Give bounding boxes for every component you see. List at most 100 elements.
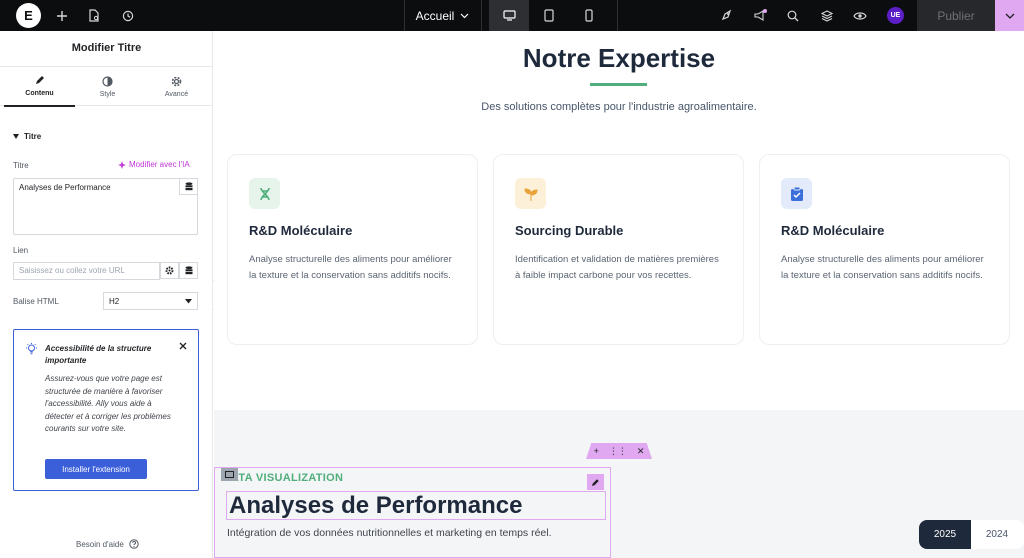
card-description: Identification et validation de matières… [515, 254, 719, 281]
add-section-icon[interactable]: + [594, 446, 599, 456]
dna-icon [249, 178, 280, 209]
card-title: Sourcing Durable [515, 223, 624, 238]
chevron-down-icon [1005, 13, 1014, 19]
title-textarea[interactable]: Analyses de Performance [13, 178, 198, 235]
tab-style[interactable]: Style [72, 67, 143, 107]
gear-icon [171, 76, 182, 87]
container-icon [225, 471, 234, 478]
eye-icon [853, 11, 867, 20]
notice-body: Assurez-vous que votre page est structur… [45, 374, 171, 433]
user-avatar[interactable]: UE [887, 7, 904, 24]
year-toggle: 2025 2024 [919, 520, 1024, 549]
elementor-logo[interactable]: E [16, 3, 41, 28]
accessibility-notice: Accessibilité de la structure importante… [13, 329, 199, 491]
section-toolbar[interactable]: + ⋮⋮ ✕ [586, 443, 652, 459]
half-circle-icon [102, 76, 113, 87]
panel-title: Modifier Titre [71, 42, 142, 54]
ai-link-label: Modifier avec l'IA [129, 160, 190, 169]
page-selector[interactable]: Accueil [405, 0, 480, 31]
device-desktop-button[interactable] [489, 0, 529, 31]
caret-down-icon [185, 298, 192, 303]
search-icon [787, 10, 799, 21]
tab-advanced[interactable]: Avancé [141, 67, 212, 107]
expertise-subheading[interactable]: Des solutions complètes pour l'industrie… [214, 101, 1024, 113]
edit-widget-button[interactable] [587, 474, 604, 490]
promotions-button[interactable] [716, 0, 736, 31]
year-2025-button[interactable]: 2025 [919, 520, 971, 549]
question-circle-icon [129, 539, 139, 549]
pencil-icon [36, 76, 44, 84]
card-title: R&D Moléculaire [249, 223, 353, 238]
html-tag-select[interactable]: H2 [103, 292, 198, 310]
dynamic-tags-button[interactable] [179, 178, 198, 195]
publish-options-button[interactable] [995, 0, 1024, 31]
drag-handle-icon[interactable]: ⋮⋮ [609, 446, 627, 457]
clipboard-check-icon [781, 178, 812, 209]
link-input[interactable]: Saisissez ou collez votre URL [13, 262, 160, 280]
card-description: Analyse structurelle des aliments pour a… [781, 254, 984, 281]
search-button[interactable] [783, 0, 803, 31]
close-icon[interactable] [179, 342, 187, 350]
expertise-card[interactable]: Sourcing Durable Identification et valid… [493, 154, 744, 345]
mobile-icon [585, 9, 593, 22]
gear-icon [165, 266, 174, 275]
notice-title: Accessibilité de la structure importante [45, 344, 152, 365]
container-handle[interactable] [221, 468, 238, 481]
expertise-card[interactable]: R&D Moléculaire Analyse structurelle des… [227, 154, 478, 345]
title-label: Titre [13, 161, 29, 170]
device-mobile-button[interactable] [569, 0, 609, 31]
card-description: Analyse structurelle des aliments pour a… [249, 254, 452, 281]
editor-panel: Modifier Titre Contenu Style Avancé Titr… [0, 31, 213, 558]
performance-subtitle[interactable]: Intégration de vos données nutritionnell… [227, 527, 552, 539]
page-settings-button[interactable] [84, 0, 104, 31]
desktop-icon [502, 10, 516, 21]
tab-content[interactable]: Contenu [4, 67, 75, 107]
plus-icon [57, 10, 67, 21]
rocket-icon [721, 9, 731, 21]
sparkle-icon [118, 160, 126, 169]
link-dynamic-tags-button[interactable] [179, 262, 198, 279]
panel-tabs: Contenu Style Avancé [0, 66, 213, 107]
year-2024-button[interactable]: 2024 [971, 520, 1023, 549]
history-icon [122, 10, 134, 21]
tab-label: Contenu [25, 90, 54, 97]
publish-button[interactable]: Publier [917, 0, 995, 31]
performance-heading[interactable]: Analyses de Performance [226, 491, 606, 520]
html-tag-value: H2 [109, 296, 120, 306]
structure-button[interactable] [817, 0, 837, 31]
ai-edit-link[interactable]: Modifier avec l'IA [118, 160, 190, 169]
preview-canvas: Notre Expertise Des solutions complètes … [214, 31, 1024, 558]
megaphone-icon [754, 9, 767, 21]
caret-down-icon [13, 134, 19, 139]
link-options-button[interactable] [160, 262, 179, 279]
dataviz-tag[interactable]: ATA VISUALIZATION [231, 472, 343, 484]
chevron-down-icon [460, 13, 469, 18]
document-settings-icon [89, 9, 99, 22]
install-extension-button[interactable]: Installer l'extension [45, 459, 147, 479]
card-title: R&D Moléculaire [781, 223, 885, 238]
preview-button[interactable] [850, 0, 870, 31]
tab-label: Style [99, 91, 116, 98]
database-icon [185, 266, 192, 275]
add-element-button[interactable] [52, 0, 72, 31]
expertise-card[interactable]: R&D Moléculaire Analyse structurelle des… [759, 154, 1010, 345]
tab-label: Avancé [164, 91, 189, 98]
expertise-heading[interactable]: Notre Expertise [214, 43, 1024, 74]
device-tablet-button[interactable] [529, 0, 569, 31]
database-icon [185, 182, 192, 191]
page-name: Accueil [415, 8, 455, 23]
heading-underline [590, 83, 647, 86]
pencil-icon [592, 478, 599, 486]
section-toggle-titre[interactable]: Titre [13, 132, 41, 141]
sprout-icon [515, 178, 546, 209]
help-link[interactable]: Besoin d'aide [76, 539, 139, 549]
link-label: Lien [13, 246, 29, 255]
editor-topbar: E Accueil UE Publier [0, 0, 1024, 31]
history-button[interactable] [118, 0, 138, 31]
lightbulb-icon [26, 343, 37, 355]
help-label: Besoin d'aide [76, 539, 124, 549]
layers-icon [821, 9, 833, 22]
notifications-button[interactable] [750, 0, 770, 31]
delete-section-icon[interactable]: ✕ [637, 446, 645, 457]
tablet-icon [544, 9, 554, 22]
